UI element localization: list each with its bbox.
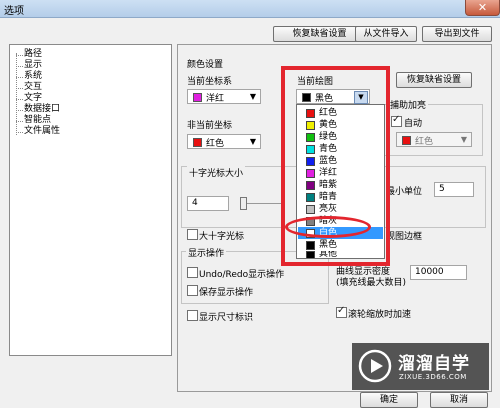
save-display-checkbox[interactable] <box>187 285 198 296</box>
tree-item-smart-point[interactable]: 智能点 <box>24 115 51 126</box>
large-cursor-label: 大十字光标 <box>199 232 245 242</box>
large-cursor-checkbox[interactable] <box>187 229 198 240</box>
highlight-ellipse <box>285 216 371 238</box>
watermark-brand: 溜溜自学 <box>398 354 470 374</box>
cursor-size-value: 4 <box>192 198 198 208</box>
cancel-button[interactable]: 取消 <box>430 392 488 408</box>
tree-connector <box>16 66 23 67</box>
tree-connector <box>16 99 23 100</box>
noncurrent-coord-value: 红色 <box>206 139 225 149</box>
category-tree: 路径 显示 系统 交互 文字 数据接口 智能点 文件属性 <box>9 44 172 356</box>
restore-defaults-button[interactable]: 恢复缺省设置 <box>273 26 366 42</box>
display-ops-title: 显示操作 <box>186 246 227 259</box>
wheel-accel-label: 滚轮缩放时加速 <box>348 310 412 320</box>
export-to-file-button[interactable]: 导出到文件 <box>422 26 492 42</box>
tree-item-display[interactable]: 显示 <box>24 60 42 71</box>
chevron-down-icon: ▼ <box>249 137 256 146</box>
noncurrent-coord-label: 非当前坐标 <box>187 121 233 131</box>
tree-connector <box>16 77 23 78</box>
tree-item-path[interactable]: 路径 <box>24 49 42 60</box>
min-unit-value: 5 <box>439 184 445 194</box>
save-display-label: 保存显示操作 <box>199 288 254 298</box>
window-title: 选项 <box>4 6 24 17</box>
wheel-accel-checkbox[interactable] <box>336 305 347 318</box>
chevron-down-icon: ▼ <box>249 92 256 101</box>
viewport-border-label: 视图边框 <box>386 232 423 242</box>
chevron-down-icon: ▼ <box>460 135 467 144</box>
color-settings-title: 颜色设置 <box>187 60 224 70</box>
restore-colors-button[interactable]: 恢复缺省设置 <box>396 72 472 88</box>
play-logo-icon <box>358 349 392 383</box>
color-swatch <box>402 136 411 145</box>
aux-color-value: 红色 <box>415 137 434 147</box>
min-unit-label: 最小单位 <box>386 187 423 197</box>
current-coord-value: 洋红 <box>206 94 225 104</box>
current-coord-label: 当前坐标系 <box>187 77 233 87</box>
auto-checkbox[interactable] <box>391 114 402 127</box>
ok-button[interactable]: 确定 <box>360 392 418 408</box>
curve-density-sub-label: (填充线最大数目) <box>336 278 407 288</box>
aux-highlight-group <box>384 104 483 156</box>
tree-item-text[interactable]: 文字 <box>24 93 42 104</box>
undo-redo-label: Undo/Redo显示操作 <box>199 270 285 280</box>
tree-item-data-interface[interactable]: 数据接口 <box>24 104 60 115</box>
current-coord-select[interactable]: 洋红 ▼ <box>187 89 261 104</box>
title-bar <box>0 0 500 18</box>
aux-highlight-title: 捕助加亮 <box>388 98 429 111</box>
noncurrent-coord-select[interactable]: 红色 ▼ <box>187 134 261 149</box>
import-from-file-button[interactable]: 从文件导入 <box>355 26 417 42</box>
tree-connector <box>16 132 23 133</box>
curve-density-value: 10000 <box>415 267 444 277</box>
color-swatch <box>193 93 202 102</box>
watermark: 溜溜自学 ZIXUE.3D66.COM <box>352 343 489 390</box>
curve-density-input[interactable]: 10000 <box>410 265 467 280</box>
show-dim-label: 显示尺寸标识 <box>199 313 254 323</box>
undo-redo-checkbox[interactable] <box>187 267 198 278</box>
color-swatch <box>193 138 202 147</box>
tree-connector <box>16 121 23 122</box>
auto-label: 自动 <box>404 119 423 129</box>
tree-connector <box>16 55 23 56</box>
tree-item-file-properties[interactable]: 文件属性 <box>24 126 60 137</box>
tree-item-system[interactable]: 系统 <box>24 71 42 82</box>
tree-connector <box>16 110 23 111</box>
cursor-size-slider-thumb[interactable] <box>240 197 247 210</box>
tree-item-interaction[interactable]: 交互 <box>24 82 42 93</box>
aux-color-select[interactable]: 红色 ▼ <box>396 132 472 147</box>
show-dim-checkbox[interactable] <box>187 310 198 321</box>
cursor-size-slider-track <box>244 203 284 204</box>
close-button[interactable]: ✕ <box>465 0 500 16</box>
min-unit-input[interactable]: 5 <box>434 182 474 197</box>
cursor-size-title: 十字光标大小 <box>187 166 246 179</box>
watermark-url: ZIXUE.3D66.COM <box>399 373 467 381</box>
tree-connector <box>16 88 23 89</box>
cursor-size-input[interactable]: 4 <box>187 196 229 211</box>
